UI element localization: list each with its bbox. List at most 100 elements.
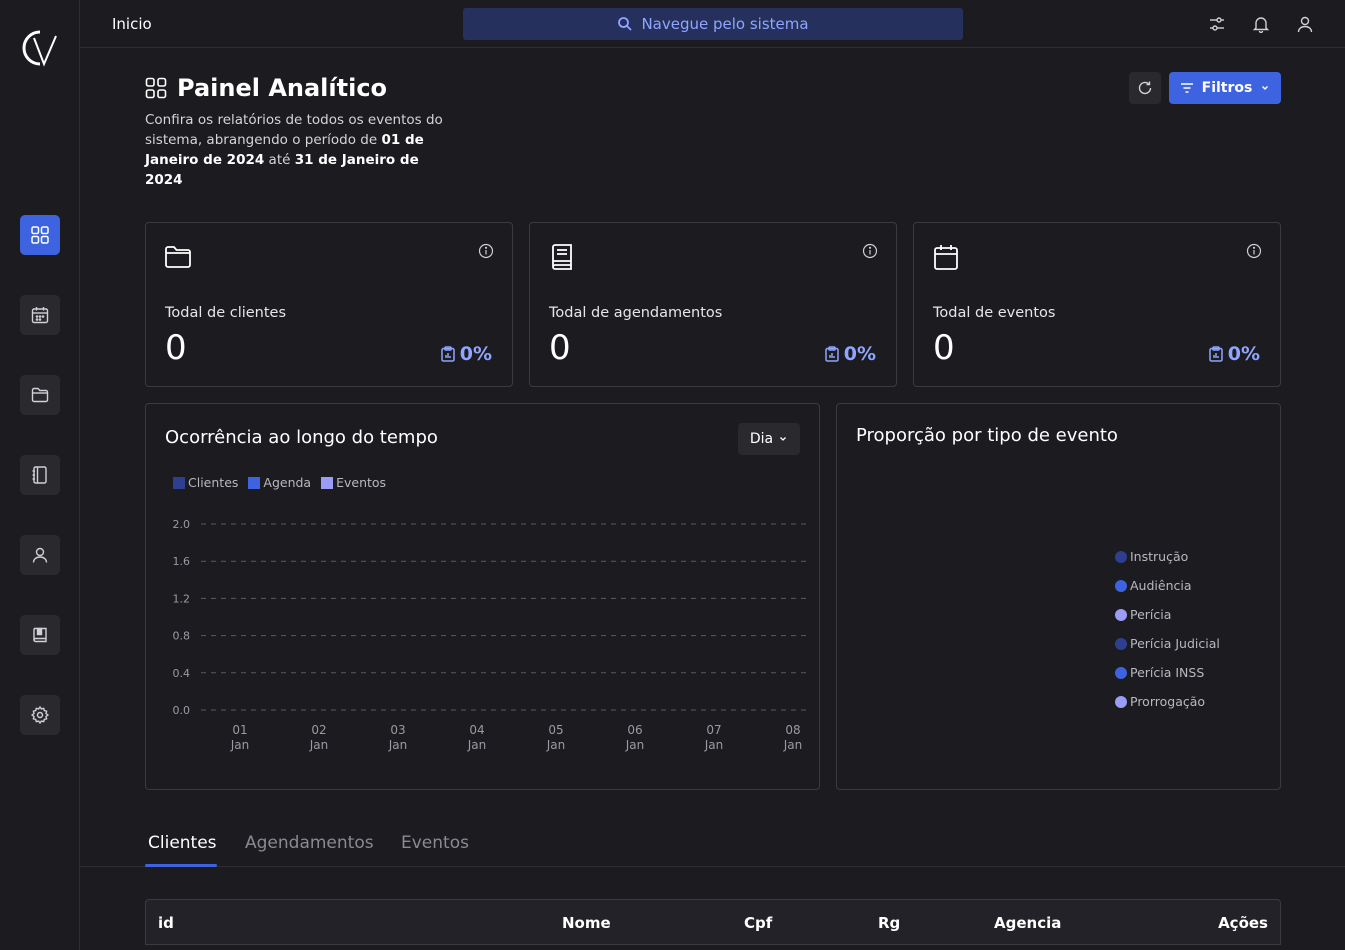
tabs: Clientes Agendamentos Eventos [80,826,1345,867]
x-tick-label: Jan [467,738,487,752]
column-header-actions[interactable]: Ações [1218,914,1268,932]
notebook-icon [32,466,47,484]
legend-item[interactable]: Eventos [321,475,386,490]
active-tab-indicator [145,864,217,867]
legend-item[interactable]: Agenda [248,475,311,490]
filters-button[interactable]: Filtros [1169,72,1281,104]
app-logo[interactable] [18,26,62,70]
pie-legend-dot [1115,550,1127,563]
sidebar-item-settings[interactable] [20,695,60,735]
pie-legend-label: Perícia [1130,607,1172,622]
stat-percent: 0% [440,343,492,365]
y-tick-label: 0.4 [173,667,191,680]
sidebar-item-notebook[interactable] [20,455,60,495]
clipboard-icon [1208,346,1223,362]
book-icon [552,244,572,270]
sidebar-item-calendar[interactable] [20,295,60,335]
stat-label: Todal de agendamentos [549,305,723,321]
subtitle-connector: até [264,152,295,168]
stat-percent-value: 0% [459,343,492,365]
column-header-agency[interactable]: Agencia [994,914,1061,932]
period-select-value: Dia [749,431,774,447]
pie-legend-item[interactable]: Perícia Judicial [1115,629,1220,658]
legend-item[interactable]: Clientes [173,475,238,490]
sidebar-item-folders[interactable] [20,375,60,415]
column-header-cpf[interactable]: Cpf [744,914,772,932]
grid-icon [145,77,167,99]
page-title: Painel Analítico [177,74,388,102]
column-header-id[interactable]: id [158,914,174,932]
clipboard-icon [440,346,455,362]
legend-swatch [321,476,334,489]
page-subtitle: Confira os relatórios de todos os evento… [145,110,455,190]
filter-icon [1180,83,1193,93]
legend-swatch [248,476,261,489]
y-tick-label: 0.8 [173,630,191,643]
period-select[interactable]: Dia [738,423,800,455]
x-tick-label: 01 [232,723,247,737]
user-icon [32,547,48,563]
tab-appointments[interactable]: Agendamentos [245,833,374,853]
x-tick-label: Jan [704,738,724,752]
y-tick-label: 1.2 [173,592,191,605]
pie-legend-item[interactable]: Audiência [1115,571,1220,600]
filters-label: Filtros [1201,80,1253,96]
chevron-down-icon [780,437,787,441]
y-tick-label: 2.0 [173,518,191,531]
pie-legend-label: Audiência [1130,578,1192,593]
tab-events[interactable]: Eventos [401,833,469,853]
account-icon[interactable] [1295,12,1315,36]
search-icon [618,17,633,31]
topbar-actions [1207,12,1315,36]
x-tick-label: 02 [311,723,326,737]
x-tick-label: Jan [309,738,329,752]
stat-label: Todal de eventos [933,305,1056,321]
stat-card-appointments: Todal de agendamentos 0 0% [529,222,897,387]
search-input[interactable]: Navegue pelo sistema [463,8,963,40]
calendar-icon [934,245,958,270]
sidebar [0,0,80,950]
pie-legend-item[interactable]: Perícia [1115,600,1220,629]
info-icon[interactable] [862,243,878,259]
x-tick-label: 08 [785,723,800,737]
topbar: Inicio Navegue pelo sistema [80,0,1345,48]
info-icon[interactable] [478,243,494,259]
time-chart-panel: Ocorrência ao longo do tempo Dia Cliente… [145,403,820,790]
sliders-icon[interactable] [1207,12,1227,36]
table-header: id Nome Cpf Rg Agencia Ações [145,899,1281,945]
refresh-icon [1138,81,1152,95]
column-header-name[interactable]: Nome [562,914,611,932]
tab-clients[interactable]: Clientes [148,833,217,853]
sidebar-item-book[interactable] [20,615,60,655]
pie-legend-item[interactable]: Perícia INSS [1115,658,1220,687]
pie-legend-label: Instrução [1130,549,1189,564]
sidebar-item-dashboard[interactable] [20,215,60,255]
stat-card-events: Todal de eventos 0 0% [913,222,1281,387]
sidebar-item-users[interactable] [20,535,60,575]
x-tick-label: Jan [388,738,408,752]
bell-icon[interactable] [1251,12,1271,36]
stat-percent-value: 0% [843,343,876,365]
pie-legend-item[interactable]: Instrução [1115,542,1220,571]
gear-icon [30,705,50,725]
pie-legend: Instrução Audiência Perícia Perícia Judi… [1115,542,1220,716]
pie-legend-dot [1115,637,1127,650]
chart-legend: Clientes Agenda Eventos [173,475,386,490]
stat-percent: 0% [1208,343,1260,365]
x-tick-label: Jan [783,738,803,752]
pie-legend-label: Prorrogação [1130,694,1206,709]
folder-icon [165,246,191,268]
calendar-icon [31,307,49,324]
clipboard-icon [824,346,839,362]
column-header-rg[interactable]: Rg [878,914,900,932]
breadcrumb[interactable]: Inicio [112,15,152,33]
stat-value: 0 [933,328,955,368]
x-tick-label: 05 [548,723,563,737]
legend-swatch [173,476,185,489]
refresh-button[interactable] [1129,72,1161,104]
time-chart-title: Ocorrência ao longo do tempo [165,427,438,448]
legend-label: Eventos [336,475,387,490]
info-icon[interactable] [1246,243,1262,259]
pie-legend-item[interactable]: Prorrogação [1115,687,1220,716]
x-tick-label: 04 [469,723,484,737]
